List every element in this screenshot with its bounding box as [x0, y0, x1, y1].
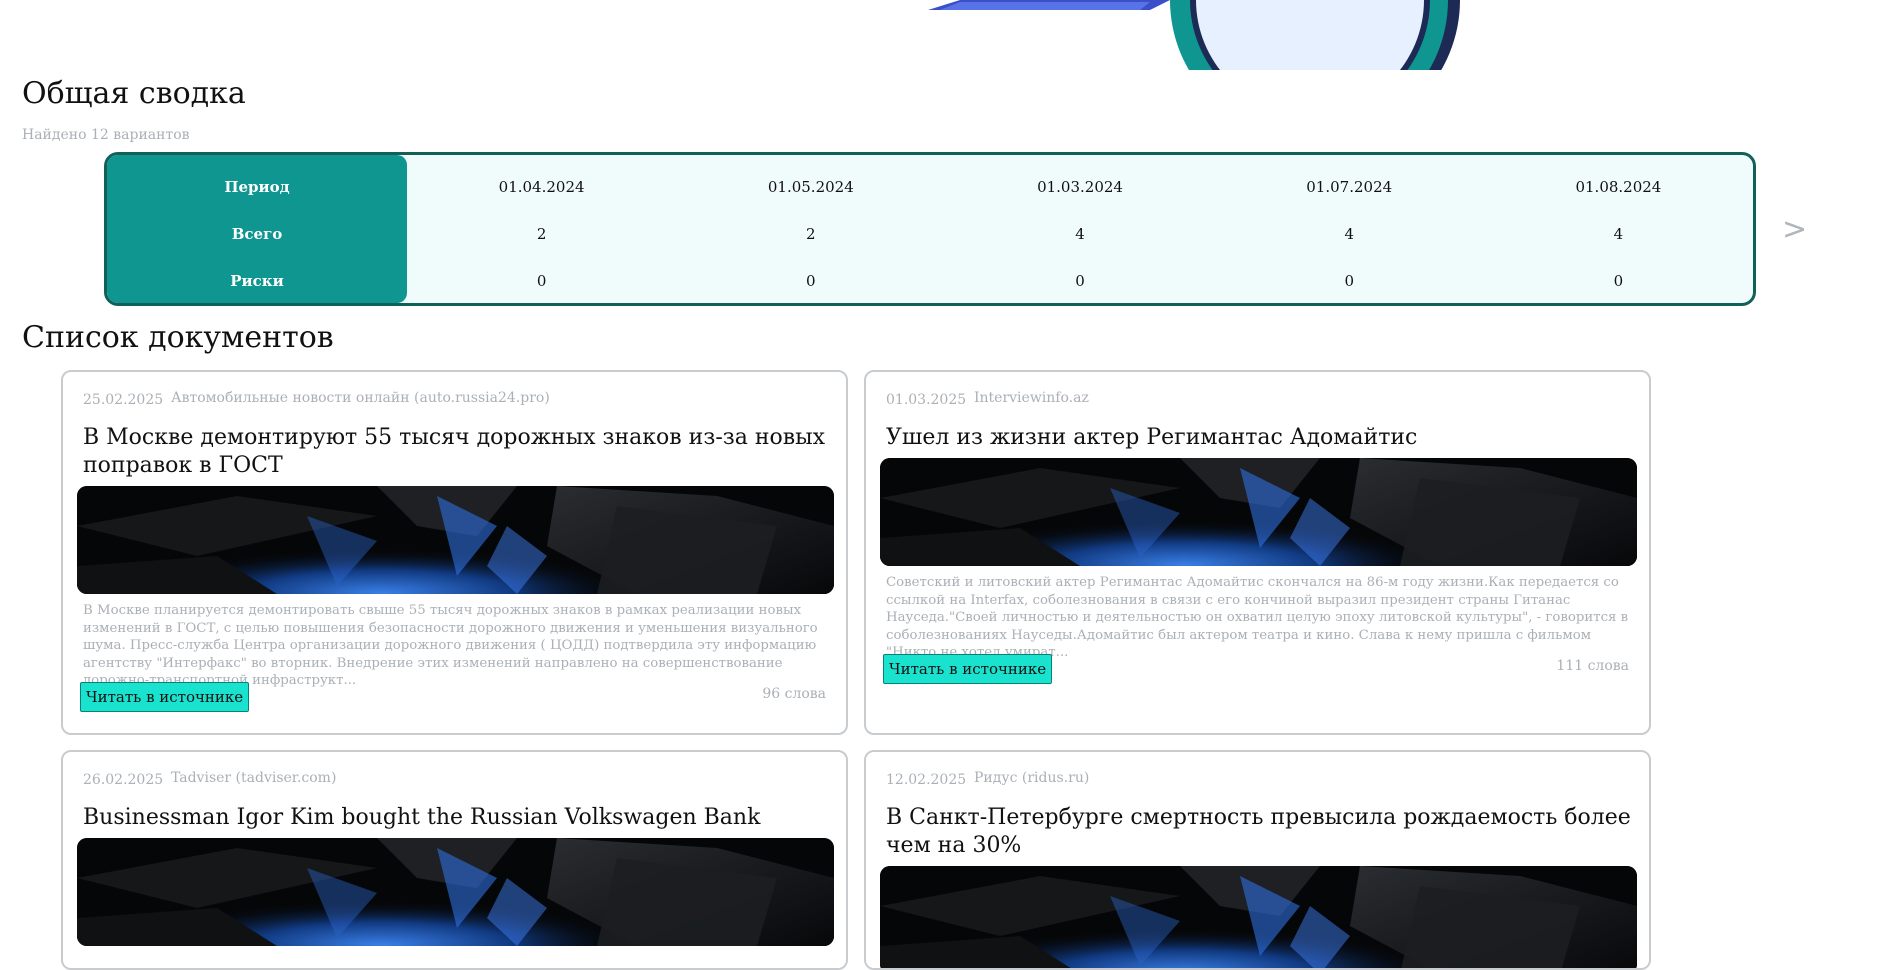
document-image [77, 838, 834, 946]
table-cell: 4 [1613, 224, 1624, 243]
word-count: 96 слова [762, 686, 826, 702]
read-source-button[interactable]: Читать в источнике [883, 654, 1053, 684]
document-date: 01.03.2025 [886, 392, 967, 408]
document-image [880, 866, 1637, 968]
table-cell: 01.08.2024 [1575, 177, 1662, 196]
document-source: Ридус (ridus.ru) [974, 770, 1090, 786]
table-cell: 01.05.2024 [767, 177, 854, 196]
document-title[interactable]: В Санкт-Петербурге смертность превысила … [886, 804, 1636, 860]
summary-title: Общая сводка [22, 76, 246, 111]
summary-table: Период 01.04.2024 01.05.2024 01.03.2024 … [104, 152, 1756, 306]
document-date: 12.02.2025 [886, 772, 967, 788]
document-image [880, 458, 1637, 566]
document-date: 25.02.2025 [83, 392, 164, 408]
document-excerpt: В Москве планируется демонтировать свыше… [83, 603, 818, 688]
table-cell: 2 [536, 224, 547, 243]
document-card: 12.02.2025 Ридус (ridus.ru) В Санкт-Пете… [864, 750, 1651, 970]
summary-row-risks: Риски 0 0 0 0 0 [107, 257, 1753, 303]
table-cell: 01.03.2024 [1037, 177, 1123, 196]
documents-title: Список документов [22, 320, 334, 355]
table-cell: 4 [1075, 224, 1085, 243]
table-cell: 01.07.2024 [1306, 177, 1393, 196]
document-title[interactable]: Ушел из жизни актер Регимантас Адомайтис [886, 424, 1636, 452]
table-cell: 0 [1075, 271, 1085, 290]
table-cell: 4 [1344, 224, 1354, 243]
document-source: Interviewinfo.az [974, 390, 1089, 406]
next-arrow-icon[interactable]: > [1782, 212, 1807, 247]
document-card: 26.02.2025 Tadviser (tadviser.com) Busin… [61, 750, 848, 970]
row-label: Период [224, 177, 290, 196]
row-label: Всего [231, 224, 283, 243]
table-cell: 2 [806, 224, 816, 243]
table-cell: 0 [536, 271, 547, 290]
table-cell: 01.04.2024 [498, 177, 585, 196]
word-count: 111 слова [1556, 658, 1629, 674]
table-cell: 0 [1344, 271, 1354, 290]
document-card: 25.02.2025 Автомобильные новости онлайн … [61, 370, 848, 735]
document-source: Tadviser (tadviser.com) [171, 770, 337, 786]
row-label: Риски [230, 271, 284, 290]
document-source: Автомобильные новости онлайн (auto.russi… [171, 390, 550, 406]
read-source-button[interactable]: Читать в источнике [80, 682, 250, 712]
header-illustration [928, 0, 1460, 70]
document-date: 26.02.2025 [83, 772, 164, 788]
document-title[interactable]: Businessman Igor Kim bought the Russian … [83, 804, 833, 832]
results-count: Найдено 12 вариантов [22, 127, 190, 143]
document-title[interactable]: В Москве демонтируют 55 тысяч дорожных з… [83, 424, 833, 480]
table-cell: 0 [806, 271, 816, 290]
document-image [77, 486, 834, 594]
document-card: 01.03.2025 Interviewinfo.az Ушел из жизн… [864, 370, 1651, 735]
document-excerpt: Советский и литовский актер Регимантас А… [886, 575, 1629, 660]
summary-row-total: Всего 2 2 4 4 4 [107, 210, 1753, 257]
table-cell: 0 [1613, 271, 1624, 290]
summary-row-period: Период 01.04.2024 01.05.2024 01.03.2024 … [107, 163, 1753, 210]
